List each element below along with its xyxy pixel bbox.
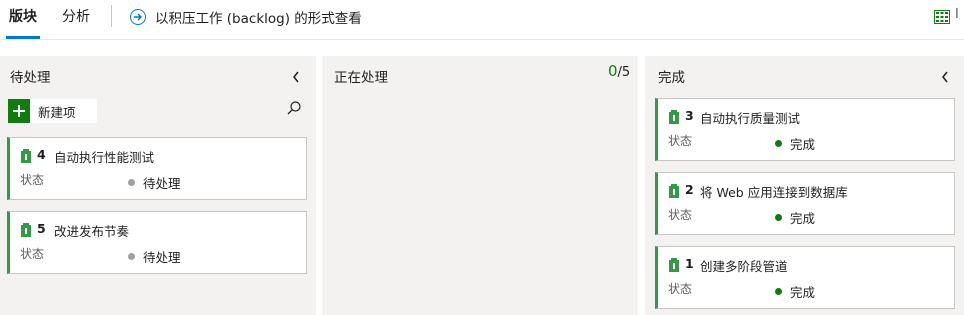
pending-status-dot [128,179,135,186]
done-status-dot [775,140,782,147]
wip-max: /5 [617,65,631,80]
state-value[interactable]: 待处理 [128,247,181,266]
state-text: 完成 [790,211,816,226]
work-item-id: 3 [685,108,694,123]
view-as-backlog-label: 以积压工作 (backlog) 的形式查看 [155,11,362,27]
work-item-card[interactable]: 3 自动执行质量测试 状态 完成 [655,98,955,161]
state-label: 状态 [668,134,693,148]
product-backlog-item-icon [20,222,32,241]
active-tab-indicator [6,36,40,39]
work-item-id: 2 [685,182,694,197]
state-text: 完成 [790,137,816,152]
column-todo: 待处理 新建项 4 自动执行性能测试 状态 待处理 5 改进发布节奏 状态 待处… [0,56,316,315]
product-backlog-item-icon [668,257,680,276]
work-item-title[interactable]: 自动执行性能测试 [54,147,154,166]
state-label: 状态 [668,208,693,222]
top-tab-bar: 版块 分析 以积压工作 (backlog) 的形式查看 I [0,0,964,40]
column-header: 正在处理 0/5 [322,56,638,90]
chevron-left-icon[interactable] [292,68,300,87]
kanban-board: 待处理 新建项 4 自动执行性能测试 状态 待处理 5 改进发布节奏 状态 待处… [0,56,964,315]
new-item-label: 新建项 [38,104,76,120]
tab-analytics[interactable]: 分析 [62,8,90,26]
column-title: 待处理 [10,70,51,86]
state-value[interactable]: 完成 [775,134,815,153]
column-title: 完成 [658,70,685,86]
wip-limit: 0/5 [608,62,630,80]
column-title: 正在处理 [334,70,388,86]
state-value[interactable]: 完成 [775,208,815,227]
wip-current: 0 [608,62,618,80]
tab-board[interactable]: 版块 [9,8,37,26]
chevron-left-icon[interactable] [941,68,949,87]
state-text: 待处理 [143,250,181,265]
work-item-card[interactable]: 1 创建多阶段管道 状态 完成 [655,246,955,309]
work-item-id: 4 [37,147,46,162]
column-header: 待处理 [0,56,316,90]
column-done: 完成 3 自动执行质量测试 状态 完成 2 将 Web 应用连接到数据库 状态 [645,56,964,315]
work-item-title[interactable]: 自动执行质量测试 [700,108,800,127]
work-item-card[interactable]: 2 将 Web 应用连接到数据库 状态 完成 [655,172,955,235]
work-item-title[interactable]: 将 Web 应用连接到数据库 [700,182,848,201]
product-backlog-item-icon [668,109,680,128]
work-item-id: 5 [37,221,46,236]
product-backlog-item-icon [20,148,32,167]
done-status-dot [775,288,782,295]
state-label: 状态 [668,282,693,296]
work-item-title[interactable]: 改进发布节奏 [54,221,129,240]
product-backlog-item-icon [668,183,680,202]
truncated-label: I [955,7,959,22]
column-in-progress: 正在处理 0/5 [322,56,638,315]
pending-status-dot [128,253,135,260]
view-as-backlog-link[interactable]: 以积压工作 (backlog) 的形式查看 [130,7,362,27]
search-icon[interactable] [287,100,301,119]
work-item-id: 1 [685,256,694,271]
work-item-card[interactable]: 5 改进发布节奏 状态 待处理 [7,211,307,274]
work-item-title[interactable]: 创建多阶段管道 [700,256,788,275]
work-item-card[interactable]: 4 自动执行性能测试 状态 待处理 [7,137,307,200]
state-value[interactable]: 完成 [775,282,815,301]
state-text: 完成 [790,285,816,300]
arrow-circle-icon [130,9,146,25]
state-text: 待处理 [143,176,181,191]
plus-icon [8,99,30,123]
state-label: 状态 [20,173,45,187]
done-status-dot [775,214,782,221]
column-header: 完成 [645,56,964,90]
divider [111,5,112,27]
state-label: 状态 [20,247,45,261]
state-value[interactable]: 待处理 [128,173,181,192]
new-item-button[interactable]: 新建项 [8,99,97,123]
grid-icon[interactable] [934,9,950,28]
